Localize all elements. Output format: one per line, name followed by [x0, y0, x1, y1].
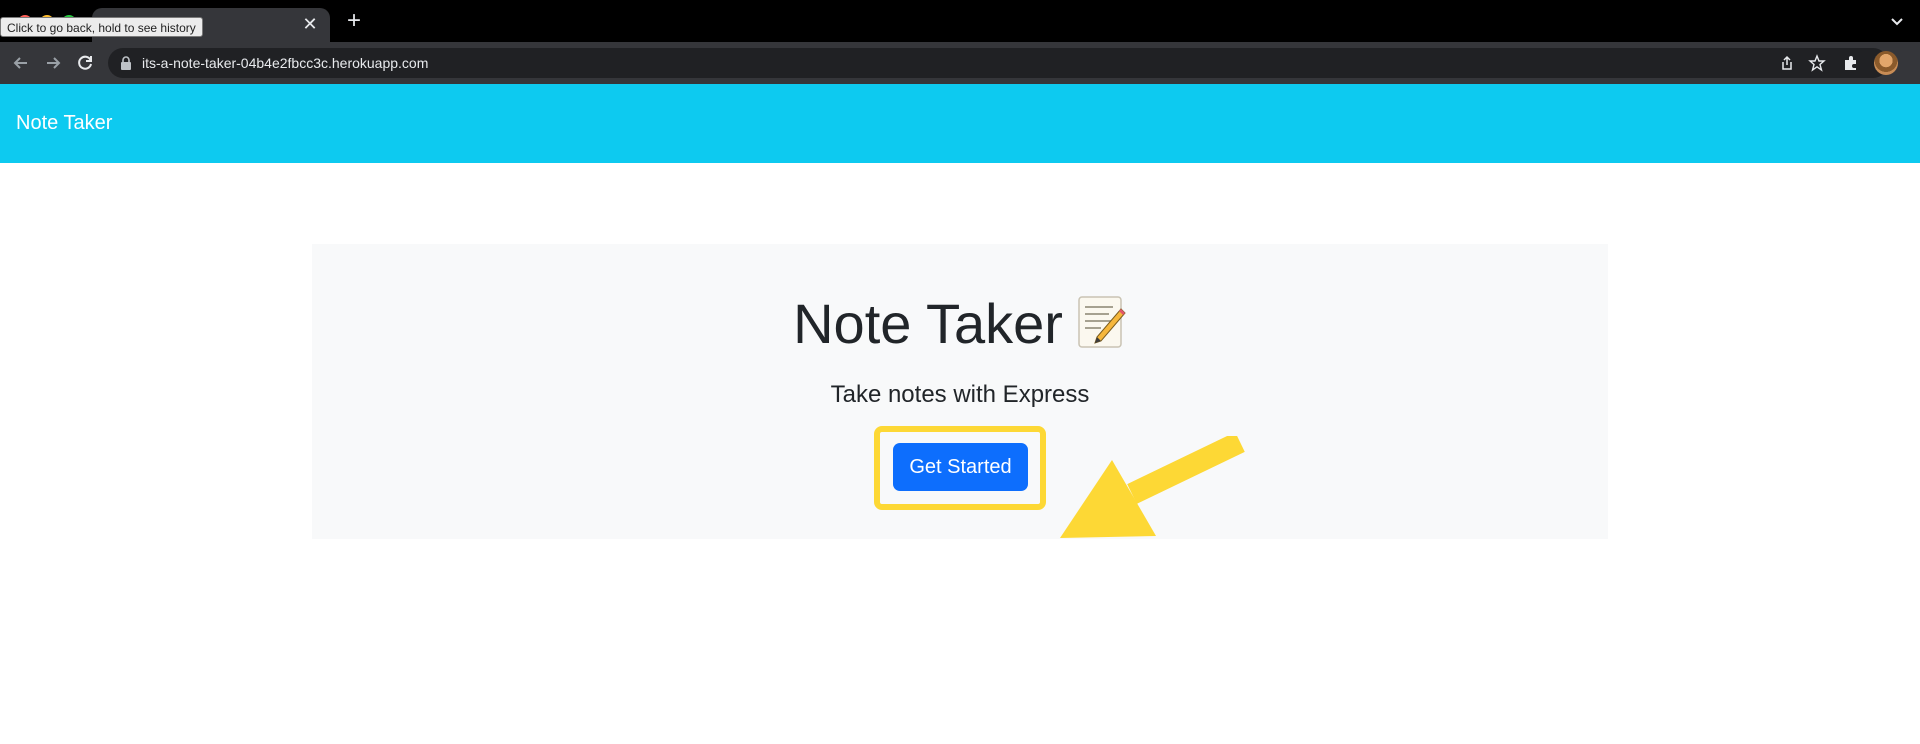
page-content: Note Taker Note Taker Take notes with Ex…: [0, 84, 1920, 744]
back-icon[interactable]: [10, 52, 32, 74]
new-tab-icon[interactable]: +: [343, 9, 365, 33]
back-button-tooltip: Click to go back, hold to see history: [0, 17, 203, 37]
navbar-brand[interactable]: Note Taker: [16, 84, 112, 163]
tab-search-icon[interactable]: [1888, 12, 1906, 30]
navbar: Note Taker: [0, 84, 1920, 163]
url-text[interactable]: its-a-note-taker-04b4e2fbcc3c.herokuapp.…: [142, 48, 428, 78]
extensions-icon[interactable]: [1842, 54, 1860, 72]
hero-title: Note Taker: [793, 292, 1063, 355]
address-bar[interactable]: its-a-note-taker-04b4e2fbcc3c.herokuapp.…: [108, 48, 1891, 78]
memo-pencil-icon: [1078, 296, 1126, 348]
browser-toolbar: its-a-note-taker-04b4e2fbcc3c.herokuapp.…: [0, 42, 1920, 84]
hero-title-row: Note Taker: [312, 289, 1608, 359]
annotation-arrow-icon: [1060, 436, 1245, 538]
share-icon[interactable]: [1778, 54, 1796, 72]
hero-subtitle: Take notes with Express: [830, 381, 1090, 408]
get-started-button[interactable]: Get Started: [893, 443, 1028, 491]
reload-icon[interactable]: [74, 52, 96, 74]
lock-icon[interactable]: [120, 56, 132, 70]
profile-avatar[interactable]: [1874, 51, 1898, 75]
tab-close-icon[interactable]: ✕: [300, 14, 320, 34]
tab-strip: ✕ +: [0, 0, 1920, 42]
hero-section: Note Taker Take notes with Express Get S…: [312, 244, 1608, 539]
forward-icon[interactable]: [42, 52, 64, 74]
star-icon[interactable]: [1808, 54, 1826, 72]
